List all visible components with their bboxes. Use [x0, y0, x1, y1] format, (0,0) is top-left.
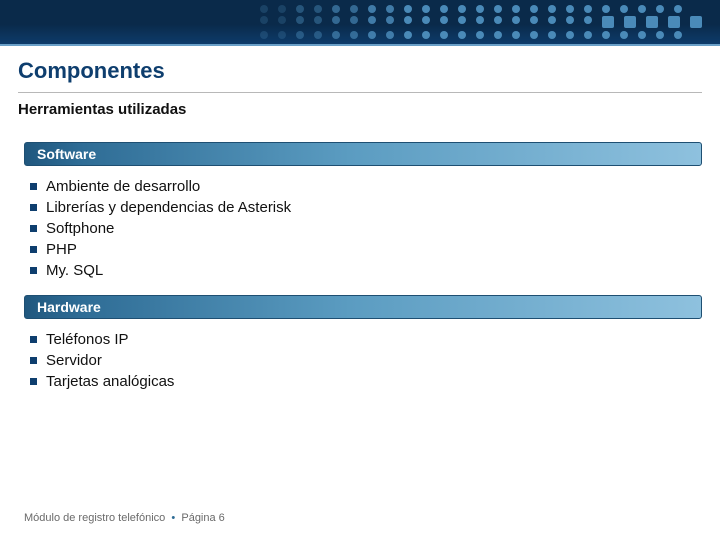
hardware-list: Teléfonos IP Servidor Tarjetas analógica…: [0, 329, 720, 392]
list-item: Tarjetas analógicas: [30, 371, 720, 392]
footer-page: Página 6: [181, 512, 224, 524]
page-title: Componentes: [0, 46, 720, 86]
list-item: Servidor: [30, 350, 720, 371]
software-list: Ambiente de desarrollo Librerías y depen…: [0, 176, 720, 281]
list-item: My. SQL: [30, 260, 720, 281]
list-item: PHP: [30, 239, 720, 260]
list-item: Librerías y dependencias de Asterisk: [30, 197, 720, 218]
footer-separator: •: [171, 512, 175, 524]
section-heading-software: Software: [24, 142, 702, 166]
content-area: Software Ambiente de desarrollo Librería…: [0, 122, 720, 392]
footer: Módulo de registro telefónico • Página 6: [24, 512, 225, 524]
section-heading-hardware: Hardware: [24, 295, 702, 319]
decorative-top-bar: [0, 0, 720, 46]
list-item: Ambiente de desarrollo: [30, 176, 720, 197]
list-item: Teléfonos IP: [30, 329, 720, 350]
list-item: Softphone: [30, 218, 720, 239]
decorative-dots: [260, 0, 702, 44]
footer-module: Módulo de registro telefónico: [24, 512, 165, 524]
page-subtitle: Herramientas utilizadas: [0, 93, 720, 122]
